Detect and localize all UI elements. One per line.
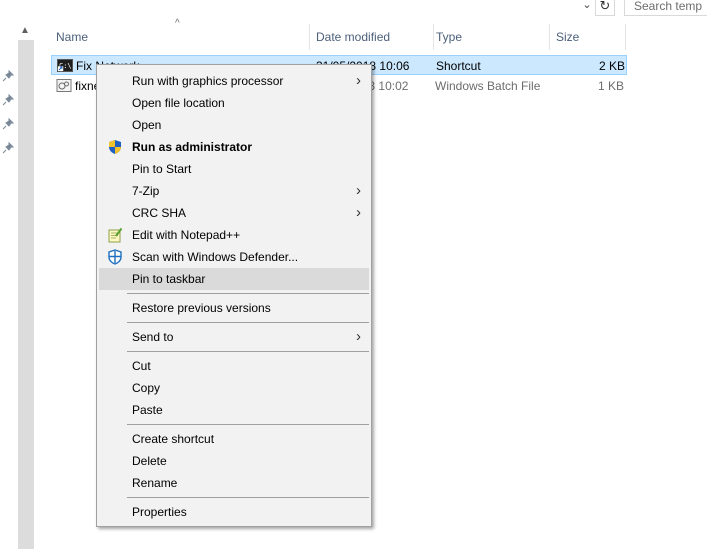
navigation-pane: [0, 17, 18, 549]
scroll-up-icon[interactable]: ▲: [18, 24, 32, 38]
uac-shield-icon: [109, 140, 121, 154]
column-header: ^ Name Date modified Type Size: [49, 18, 629, 50]
menu-item-paste[interactable]: Paste: [99, 399, 369, 421]
menu-item-cut[interactable]: Cut: [99, 355, 369, 377]
menu-item-delete[interactable]: Delete: [99, 450, 369, 472]
menu-item-open[interactable]: Open: [99, 114, 369, 136]
submenu-arrow-icon: ›: [356, 72, 361, 89]
context-menu: Run with graphics processor › Open file …: [96, 64, 372, 527]
menu-item-scan-with-windows-defender[interactable]: Scan with Windows Defender...: [99, 246, 369, 268]
refresh-icon: ↻: [599, 0, 611, 13]
menu-item-run-with-graphics-processor[interactable]: Run with graphics processor ›: [99, 70, 369, 92]
notepad-plus-plus-icon: [108, 227, 123, 243]
pin-icon: [2, 118, 14, 130]
menu-separator: [127, 497, 369, 498]
top-bar: ⌄ ↻ Search temp: [0, 0, 707, 16]
menu-item-properties[interactable]: Properties: [99, 501, 369, 523]
menu-item-7zip[interactable]: 7-Zip ›: [99, 180, 369, 202]
column-date-modified[interactable]: Date modified: [309, 24, 433, 50]
menu-item-copy[interactable]: Copy: [99, 377, 369, 399]
menu-separator: [127, 424, 369, 425]
file-type: Shortcut: [436, 59, 481, 73]
submenu-arrow-icon: ›: [356, 182, 361, 199]
file-size: 2 KB: [599, 59, 626, 73]
address-dropdown-chevron-icon[interactable]: ⌄: [579, 0, 595, 13]
menu-item-crc-sha[interactable]: CRC SHA ›: [99, 202, 369, 224]
pin-icon: [2, 70, 14, 82]
menu-item-edit-with-notepad-plus-plus[interactable]: Edit with Notepad++: [99, 224, 369, 246]
column-divider[interactable]: [625, 24, 626, 50]
menu-item-pin-to-taskbar[interactable]: Pin to taskbar: [99, 268, 369, 290]
pin-icon: [2, 142, 14, 154]
menu-item-pin-to-start[interactable]: Pin to Start: [99, 158, 369, 180]
file-type: Windows Batch File: [435, 79, 541, 93]
menu-item-run-as-administrator[interactable]: Run as administrator: [99, 136, 369, 158]
menu-item-create-shortcut[interactable]: Create shortcut: [99, 428, 369, 450]
file-size: 1 KB: [598, 79, 625, 93]
menu-item-open-file-location[interactable]: Open file location: [99, 92, 369, 114]
submenu-arrow-icon: ›: [356, 204, 361, 221]
refresh-button[interactable]: ↻: [595, 0, 615, 16]
column-size[interactable]: Size: [549, 24, 625, 50]
menu-separator: [127, 351, 369, 352]
windows-defender-icon: [108, 249, 122, 265]
menu-item-send-to[interactable]: Send to ›: [99, 326, 369, 348]
pin-icon: [2, 94, 14, 106]
menu-item-restore-previous-versions[interactable]: Restore previous versions: [99, 297, 369, 319]
navigation-scrollbar[interactable]: [18, 40, 34, 549]
menu-separator: [127, 322, 369, 323]
batch-file-icon: [56, 79, 72, 92]
submenu-arrow-icon: ›: [356, 328, 361, 345]
shortcut-file-icon: C:\: [57, 59, 73, 72]
column-name[interactable]: Name: [49, 24, 309, 50]
column-type[interactable]: Type: [429, 24, 553, 50]
menu-item-rename[interactable]: Rename: [99, 472, 369, 494]
search-input[interactable]: Search temp: [624, 0, 707, 16]
menu-separator: [127, 293, 369, 294]
